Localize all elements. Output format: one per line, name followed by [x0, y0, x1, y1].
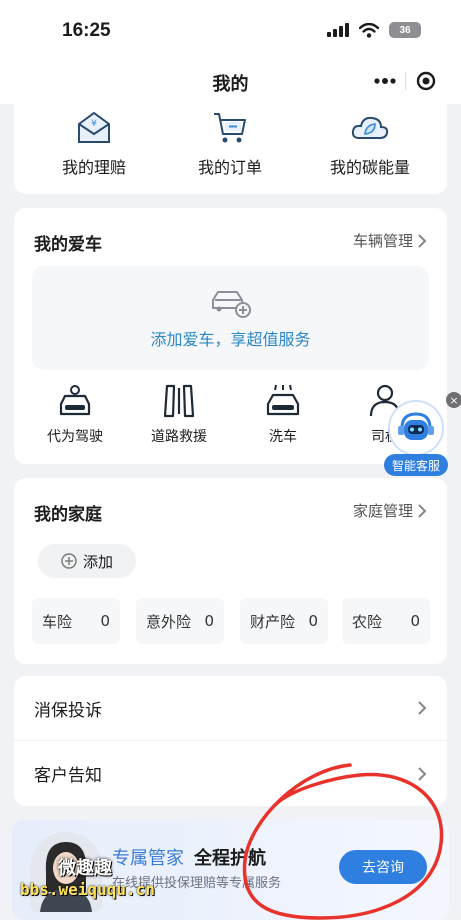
driver-car-icon [59, 385, 91, 416]
my-car-title: 我的爱车 [34, 235, 102, 255]
vehicle-manage-link[interactable]: 车辆管理 [353, 230, 427, 251]
quick-item-label: 我的订单 [197, 158, 262, 177]
insurance-label: 农险 [352, 612, 383, 631]
service-label: 道路救援 [151, 429, 207, 445]
insurance-agriculture[interactable]: 农险 0 [342, 598, 430, 644]
status-time: 16:25 [62, 20, 111, 41]
insurance-property[interactable]: 财产险 0 [240, 598, 328, 644]
insurance-label: 车险 [42, 612, 73, 631]
list-item-customer-notice[interactable]: 客户告知 [14, 741, 447, 806]
plus-circle-icon [61, 553, 77, 569]
ai-close-icon[interactable]: × [446, 392, 461, 408]
advisor-avatar [30, 832, 102, 912]
family-manage-link[interactable]: 家庭管理 [353, 500, 427, 521]
insurance-count: 0 [410, 612, 420, 630]
vehicle-manage-label: 车辆管理 [352, 232, 413, 250]
capsule-divider [405, 72, 407, 90]
mini-program-capsule [363, 64, 447, 98]
add-family-member-button[interactable]: 添加 [38, 544, 136, 578]
quick-item-carbon[interactable]: 我的碳能量 [300, 110, 440, 178]
cart-icon [214, 113, 246, 143]
quick-actions-card: ¥ 我的理赔 我的订单 我的碳能量 [14, 96, 447, 194]
ai-service-circle [388, 400, 444, 456]
close-target-icon[interactable] [416, 71, 436, 91]
robot-icon [398, 412, 434, 440]
insurance-auto[interactable]: 车险 0 [32, 598, 120, 644]
leaf-cloud-icon [351, 116, 389, 139]
service-label: 代为驾驶 [47, 429, 103, 445]
family-manage-label: 家庭管理 [352, 502, 413, 520]
add-family-label: 添加 [82, 552, 113, 571]
service-road-rescue[interactable]: 道路救援 [134, 384, 224, 446]
my-car-card: 我的爱车 车辆管理 添加爱车，享超值服务 代为驾驶 道路救援 洗车 司机 [14, 208, 447, 464]
insurance-label: 财产险 [250, 612, 296, 631]
add-car-text: 添加爱车，享超值服务 [150, 330, 311, 349]
banner-headline-a: 专属管家 [112, 848, 184, 869]
service-label: 洗车 [269, 429, 297, 445]
more-icon[interactable] [374, 78, 396, 84]
consult-button[interactable]: 去咨询 [339, 850, 427, 884]
service-car-wash[interactable]: 洗车 [238, 384, 328, 446]
info-list-card: 消保投诉 客户告知 [14, 676, 447, 806]
banner-headline-b: 全程护航 [194, 848, 266, 869]
chevron-right-icon [418, 233, 427, 248]
quick-item-label: 我的碳能量 [329, 158, 410, 177]
ai-service-float[interactable]: 智能客服 [384, 400, 448, 478]
status-icons: 36 [327, 22, 421, 38]
add-car-icon [211, 291, 251, 318]
car-wash-icon [266, 384, 300, 416]
insurance-label: 意外险 [146, 612, 192, 631]
list-item-label: 客户告知 [34, 766, 102, 786]
quick-item-orders[interactable]: 我的订单 [160, 110, 300, 178]
add-car-button[interactable]: 添加爱车，享超值服务 [32, 266, 429, 370]
chevron-right-icon [418, 766, 427, 781]
ai-service-label: 智能客服 [384, 454, 448, 476]
list-item-complaints[interactable]: 消保投诉 [14, 676, 447, 741]
insurance-count: 0 [100, 612, 110, 630]
wifi-icon [359, 22, 379, 38]
my-family-card: 我的家庭 家庭管理 添加 车险 0 意外险 0 财产险 0 农险 0 [14, 478, 447, 664]
status-bar: 16:25 36 [0, 0, 461, 60]
claim-envelope-icon: ¥ [78, 111, 110, 143]
chevron-right-icon [418, 503, 427, 518]
insurance-count: 0 [204, 612, 214, 630]
banner-headline: 专属管家 全程护航 [112, 844, 266, 870]
insurance-accident[interactable]: 意外险 0 [136, 598, 224, 644]
quick-item-label: 我的理赔 [61, 158, 126, 177]
insurance-count: 0 [308, 612, 318, 630]
butler-banner[interactable]: 专属管家 全程护航 在线提供投保理赔等专属服务 去咨询 [12, 820, 449, 920]
svg-text:¥: ¥ [91, 119, 97, 129]
battery-indicator: 36 [389, 22, 421, 38]
list-item-label: 消保投诉 [34, 700, 102, 721]
service-designated-driving[interactable]: 代为驾驶 [30, 384, 120, 446]
road-icon [163, 384, 195, 418]
signal-icon [327, 23, 349, 37]
chevron-right-icon [418, 701, 427, 715]
advisor-person-icon [30, 832, 102, 912]
quick-item-claims[interactable]: ¥ 我的理赔 [24, 110, 164, 178]
banner-subtitle: 在线提供投保理赔等专属服务 [112, 876, 282, 891]
my-family-title: 我的家庭 [34, 505, 102, 525]
